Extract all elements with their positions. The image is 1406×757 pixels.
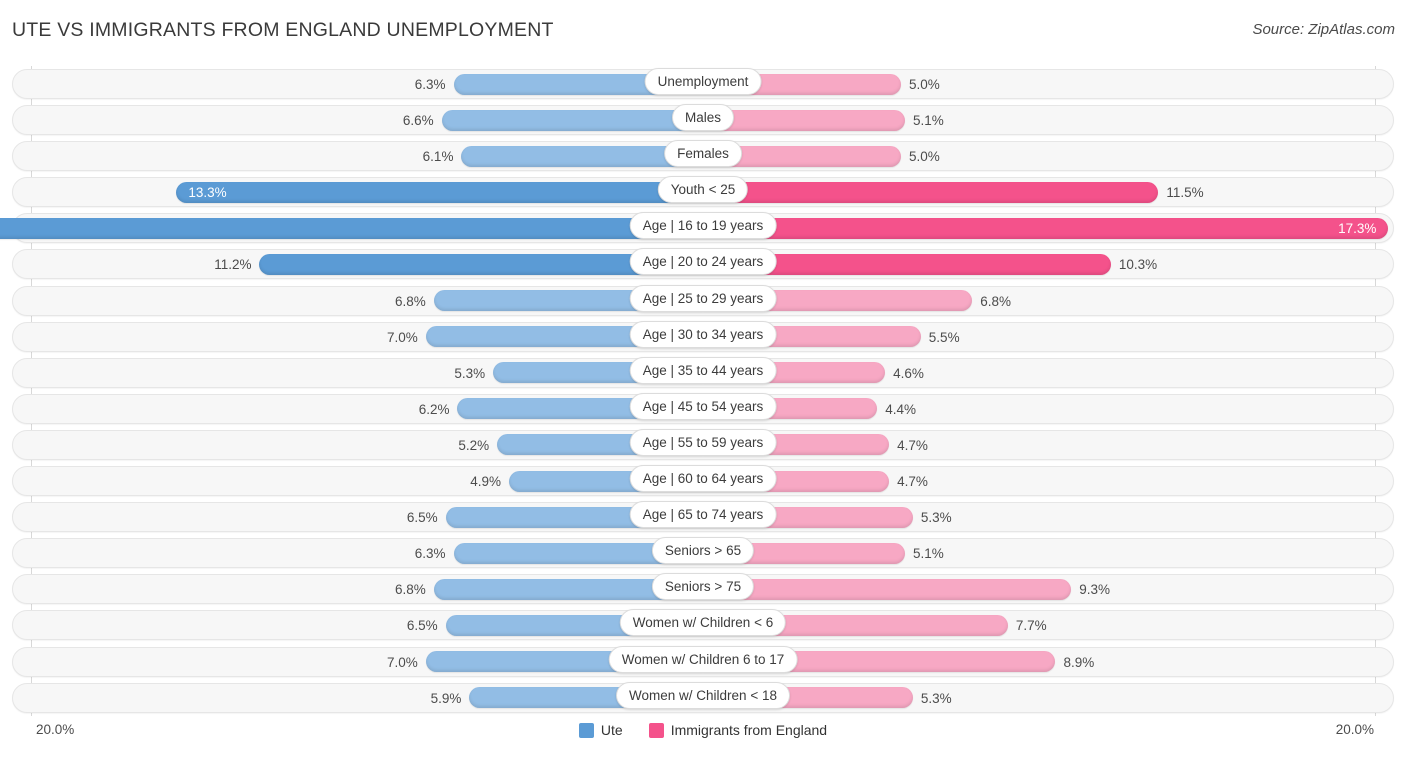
chart-row: 6.5% 7.7% Women w/ Children < 6 — [0, 607, 1406, 643]
row-category-label: Age | 20 to 24 years — [630, 248, 777, 275]
bar-immigrants-from-england — [703, 218, 1388, 239]
source-attribution: Source: ZipAtlas.com — [1252, 21, 1395, 38]
value-label-immigrants-from-england: 5.3% — [921, 689, 952, 708]
row-category-label: Males — [672, 104, 734, 131]
row-category-label: Age | 60 to 64 years — [630, 465, 777, 492]
chart-row: 11.2% 10.3% Age | 20 to 24 years — [0, 246, 1406, 282]
legend-swatch-icon — [579, 723, 594, 738]
bar-immigrants-from-england-fill — [703, 218, 1388, 239]
value-label-immigrants-from-england: 5.1% — [913, 544, 944, 563]
value-label-ute: 5.2% — [458, 436, 489, 455]
chart-row: 5.9% 5.3% Women w/ Children < 18 — [0, 680, 1406, 716]
value-label-immigrants-from-england: 7.7% — [1016, 616, 1047, 635]
value-label-ute: 7.0% — [387, 653, 418, 672]
value-label-ute: 6.3% — [415, 544, 446, 563]
row-category-label: Females — [664, 140, 742, 167]
row-category-label: Age | 30 to 34 years — [630, 321, 777, 348]
legend-label: Immigrants from England — [671, 722, 827, 738]
value-label-ute: 6.6% — [403, 111, 434, 130]
chart-plot-area: 6.3% 5.0% Unemployment 6.6% 5.1% Males 6.1% 5.0… — [0, 66, 1406, 716]
chart-row: 13.3% 11.5% Youth < 25 — [0, 174, 1406, 210]
value-label-ute: 5.9% — [431, 689, 462, 708]
chart-page: UTE VS IMMIGRANTS FROM ENGLAND UNEMPLOYM… — [0, 0, 1406, 757]
value-label-immigrants-from-england: 4.7% — [897, 472, 928, 491]
bar-immigrants-from-england — [703, 579, 1071, 600]
chart-legend: Ute Immigrants from England — [0, 722, 1406, 738]
bar-immigrants-from-england-fill — [703, 579, 1071, 600]
value-label-immigrants-from-england: 4.6% — [893, 364, 924, 383]
value-label-ute: 11.2% — [214, 255, 251, 274]
chart-row: 6.2% 4.4% Age | 45 to 54 years — [0, 391, 1406, 427]
row-category-label: Women w/ Children 6 to 17 — [609, 646, 798, 673]
chart-row: 6.1% 5.0% Females — [0, 138, 1406, 174]
value-label-immigrants-from-england: 4.4% — [885, 400, 916, 419]
bar-ute-fill — [442, 110, 703, 131]
row-category-label: Age | 65 to 74 years — [630, 501, 777, 528]
value-label-immigrants-from-england: 11.5% — [1166, 183, 1203, 202]
row-category-label: Women w/ Children < 18 — [616, 682, 790, 709]
row-category-label: Age | 35 to 44 years — [630, 357, 777, 384]
value-label-immigrants-from-england: 17.3% — [1338, 219, 1376, 238]
row-category-label: Unemployment — [645, 68, 762, 95]
row-category-label: Age | 25 to 29 years — [630, 285, 777, 312]
row-category-label: Youth < 25 — [658, 176, 748, 203]
chart-row: 6.3% 5.0% Unemployment — [0, 66, 1406, 102]
row-category-label: Seniors > 65 — [652, 537, 754, 564]
chart-rows: 6.3% 5.0% Unemployment 6.6% 5.1% Males 6.1% 5.0… — [0, 66, 1406, 716]
value-label-ute: 5.3% — [454, 364, 485, 383]
value-label-immigrants-from-england: 6.8% — [980, 292, 1011, 311]
value-label-immigrants-from-england: 9.3% — [1079, 580, 1110, 599]
value-label-ute: 6.8% — [395, 292, 426, 311]
bar-ute — [442, 110, 703, 131]
row-category-label: Women w/ Children < 6 — [620, 609, 786, 636]
row-category-label: Seniors > 75 — [652, 573, 754, 600]
bar-ute-fill — [0, 218, 703, 239]
chart-row: 19.6%17.3%Age | 16 to 19 years — [0, 210, 1406, 246]
bar-ute — [0, 218, 703, 239]
chart-row: 4.9% 4.7% Age | 60 to 64 years — [0, 463, 1406, 499]
value-label-ute: 6.3% — [415, 75, 446, 94]
bar-ute — [176, 182, 703, 203]
chart-row: 6.8% 6.8% Age | 25 to 29 years — [0, 283, 1406, 319]
chart-row: 5.2% 4.7% Age | 55 to 59 years — [0, 427, 1406, 463]
value-label-ute: 6.8% — [395, 580, 426, 599]
value-label-ute: 6.2% — [419, 400, 450, 419]
chart-row: 6.5% 5.3% Age | 65 to 74 years — [0, 499, 1406, 535]
legend-item[interactable]: Ute — [579, 722, 623, 738]
chart-row: 7.0% 5.5% Age | 30 to 34 years — [0, 319, 1406, 355]
value-label-immigrants-from-england: 5.0% — [909, 147, 940, 166]
legend-item[interactable]: Immigrants from England — [649, 722, 827, 738]
row-category-label: Age | 55 to 59 years — [630, 429, 777, 456]
chart-row: 6.8% 9.3% Seniors > 75 — [0, 571, 1406, 607]
value-label-immigrants-from-england: 8.9% — [1063, 653, 1094, 672]
value-label-ute: 6.1% — [423, 147, 454, 166]
chart-row: 7.0% 8.9% Women w/ Children 6 to 17 — [0, 644, 1406, 680]
legend-swatch-icon — [649, 723, 664, 738]
value-label-ute: 7.0% — [387, 328, 418, 347]
value-label-ute: 6.5% — [407, 508, 438, 527]
bar-immigrants-from-england-fill — [703, 182, 1158, 203]
value-label-immigrants-from-england: 5.0% — [909, 75, 940, 94]
legend-label: Ute — [601, 722, 623, 738]
value-label-ute: 13.3% — [188, 183, 226, 202]
chart-row: 5.3% 4.6% Age | 35 to 44 years — [0, 355, 1406, 391]
value-label-immigrants-from-england: 10.3% — [1119, 255, 1157, 274]
bar-ute-fill — [176, 182, 703, 203]
row-category-label: Age | 16 to 19 years — [630, 212, 777, 239]
value-label-ute: 4.9% — [470, 472, 501, 491]
value-label-ute: 6.5% — [407, 616, 438, 635]
bar-immigrants-from-england — [703, 182, 1158, 203]
value-label-immigrants-from-england: 5.1% — [913, 111, 944, 130]
chart-row: 6.6% 5.1% Males — [0, 102, 1406, 138]
value-label-immigrants-from-england: 5.3% — [921, 508, 952, 527]
row-category-label: Age | 45 to 54 years — [630, 393, 777, 420]
page-title: UTE VS IMMIGRANTS FROM ENGLAND UNEMPLOYM… — [12, 19, 554, 42]
value-label-immigrants-from-england: 5.5% — [929, 328, 960, 347]
value-label-immigrants-from-england: 4.7% — [897, 436, 928, 455]
chart-row: 6.3% 5.1% Seniors > 65 — [0, 535, 1406, 571]
